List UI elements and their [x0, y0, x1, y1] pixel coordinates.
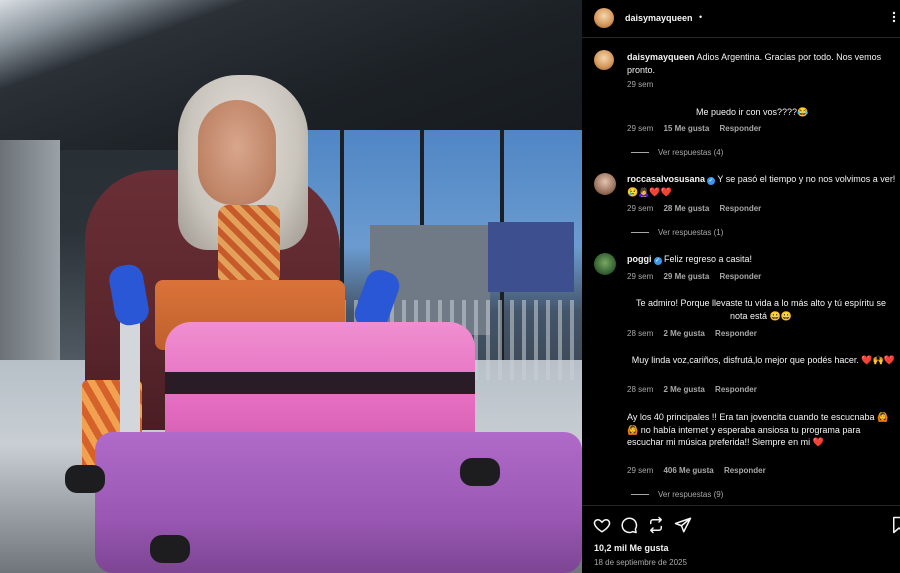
reply-button[interactable]: Responder: [715, 385, 757, 394]
photo-wheel: [460, 458, 500, 486]
comment-username[interactable]: poggi: [627, 254, 652, 264]
comment-time: 29 sem: [627, 124, 654, 133]
comment-meta: 28 sem 2 Me gusta Responder: [627, 329, 765, 338]
comment-likes[interactable]: 15 Me gusta: [663, 124, 709, 133]
view-replies-button[interactable]: Ver respuestas (4): [631, 148, 723, 157]
comment-text: Ay los 40 principales !! Era tan jovenci…: [627, 412, 889, 447]
post-actions: 10,2 mil Me gusta 18 de septiembre de 20…: [582, 505, 900, 573]
comment: poggi ✓ Feliz regreso a casita!: [627, 253, 897, 266]
comment-text: Feliz regreso a casita!: [664, 254, 753, 264]
bookmark-icon[interactable]: [890, 516, 900, 534]
comment-likes[interactable]: 29 Me gusta: [663, 272, 709, 281]
reply-button[interactable]: Responder: [724, 466, 766, 475]
comment: roccasalvosusana ✓ Y se pasó el tiempo y …: [627, 173, 897, 198]
comment-meta: 28 sem 2 Me gusta Responder: [627, 385, 765, 394]
verified-badge-icon: ✓: [653, 257, 662, 265]
reply-button[interactable]: Responder: [720, 204, 762, 213]
post-photo[interactable]: [0, 0, 582, 573]
comment-text: Me puedo ir con vos????😂: [696, 107, 809, 117]
post-date: 18 de septiembre de 2025: [594, 558, 687, 567]
comment-icon[interactable]: [620, 516, 638, 534]
comment-username[interactable]: roccasalvosusana: [627, 174, 705, 184]
reply-button[interactable]: Responder: [720, 272, 762, 281]
photo-suitcase-zip: [165, 372, 475, 394]
comment-time: 29 sem: [627, 204, 654, 213]
photo-wheel: [65, 465, 105, 493]
photo-building: [488, 222, 574, 292]
caption-time: 29 sem: [627, 80, 654, 89]
share-icon[interactable]: [674, 516, 692, 534]
caption: daisymayqueen Adios Argentina. Gracias p…: [627, 51, 897, 76]
caption-username[interactable]: daisymayqueen: [627, 52, 695, 62]
photo-pillar: [0, 140, 60, 370]
reply-button[interactable]: Responder: [720, 124, 762, 133]
header-username[interactable]: daisymayqueen: [625, 13, 693, 23]
caption-meta: 29 sem: [627, 80, 661, 89]
photo-scarf: [218, 205, 280, 285]
avatar[interactable]: [594, 50, 614, 70]
comment-time: 29 sem: [627, 272, 654, 281]
photo-face: [198, 100, 276, 205]
comment-meta: 29 sem 29 Me gusta Responder: [627, 272, 769, 281]
repost-icon[interactable]: [647, 516, 665, 534]
comment-likes[interactable]: 28 Me gusta: [663, 204, 709, 213]
view-replies-button[interactable]: Ver respuestas (1): [631, 228, 723, 237]
reply-button[interactable]: Responder: [715, 329, 757, 338]
more-options-icon[interactable]: [892, 11, 900, 26]
comment-meta: 29 sem 15 Me gusta Responder: [627, 124, 769, 133]
post-header: daisymayqueen •: [582, 0, 900, 38]
avatar[interactable]: [594, 8, 614, 28]
comment-likes[interactable]: 2 Me gusta: [663, 385, 704, 394]
comments-panel: daisymayqueen • daisymayqueen Adios Arge…: [582, 0, 900, 573]
comment-meta: 29 sem 406 Me gusta Responder: [627, 466, 774, 475]
avatar[interactable]: [594, 253, 616, 275]
separator-dot: •: [699, 12, 703, 22]
heart-icon[interactable]: [593, 516, 611, 534]
comment-time: 28 sem: [627, 385, 654, 394]
likes-count[interactable]: 10,2 mil Me gusta: [594, 543, 669, 553]
comment-text: Te admiro! Porque llevaste tu vida a lo …: [635, 298, 887, 321]
comment-meta: 29 sem 28 Me gusta Responder: [627, 204, 769, 213]
avatar[interactable]: [594, 173, 616, 195]
verified-badge-icon: ✓: [707, 177, 716, 185]
comment-text: Muy linda voz,cariños, disfrutá,lo mejor…: [631, 355, 895, 365]
comment-time: 29 sem: [627, 466, 654, 475]
comment-likes[interactable]: 2 Me gusta: [663, 329, 704, 338]
comment-time: 28 sem: [627, 329, 654, 338]
photo-wheel: [150, 535, 190, 563]
comment-likes[interactable]: 406 Me gusta: [663, 466, 713, 475]
view-replies-button[interactable]: Ver respuestas (9): [631, 490, 723, 499]
